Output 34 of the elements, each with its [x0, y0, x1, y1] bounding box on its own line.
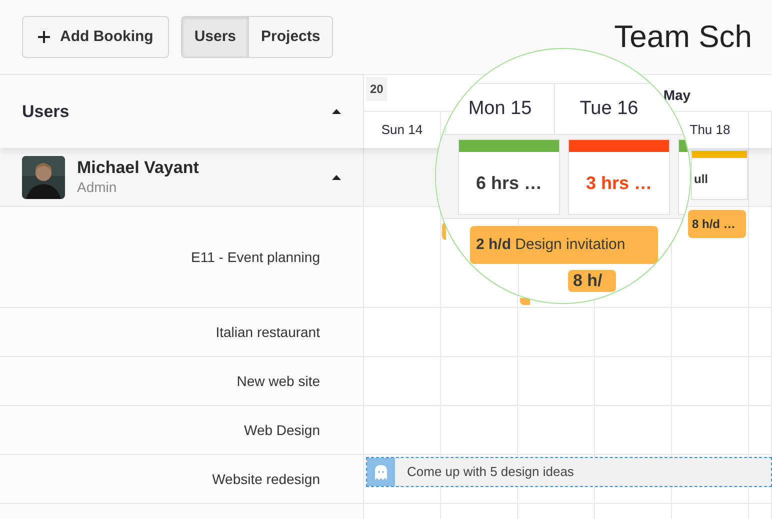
summary-text: 3 hrs … [586, 172, 652, 194]
summary-text: ull [694, 170, 708, 188]
booking-bar[interactable] [442, 222, 446, 240]
task-bar[interactable]: Come up with 5 design ideas [366, 457, 772, 487]
caret-up-icon[interactable] [332, 109, 341, 114]
task-title: Come up with 5 design ideas [407, 463, 574, 482]
project-name: E11 - Event planning [191, 248, 320, 267]
month-label: May [663, 86, 691, 105]
caret-up-icon[interactable] [332, 174, 341, 180]
user-name: Michael Vayant [77, 158, 199, 178]
day-label: Thu 18 [690, 121, 730, 140]
project-name: Italian restaurant [216, 322, 320, 342]
booking-bar[interactable] [520, 298, 530, 305]
view-tab[interactable]: Users [182, 17, 248, 57]
add-booking-button[interactable]: Add Booking [22, 16, 170, 58]
booking-bar[interactable]: 8 h/ [568, 270, 616, 292]
day-summary-card[interactable]: ull [691, 150, 748, 200]
column-title: Users [22, 100, 70, 123]
project-name: Web Design [244, 420, 320, 440]
summary-text: 6 hrs … [476, 172, 542, 194]
day-label: Sun 14 [381, 121, 423, 140]
view-tab[interactable]: Projects [248, 17, 332, 57]
page-title: Team Sch [614, 18, 752, 56]
project-name: Website redesign [212, 470, 320, 489]
project-name: New web site [236, 372, 320, 390]
day-label: Tue 16 [580, 96, 638, 121]
week-number: 20 [366, 77, 388, 101]
booking-bar[interactable]: 8 h/d … [688, 210, 746, 238]
day-label: Mon 15 [468, 96, 532, 121]
day-summary-card[interactable]: 6 hrs … [458, 139, 560, 215]
user-role: Admin [77, 178, 118, 196]
booking-bar[interactable]: 2 h/d Design invitation [470, 226, 658, 264]
plus-icon [38, 31, 50, 43]
ghost-icon [373, 464, 389, 480]
